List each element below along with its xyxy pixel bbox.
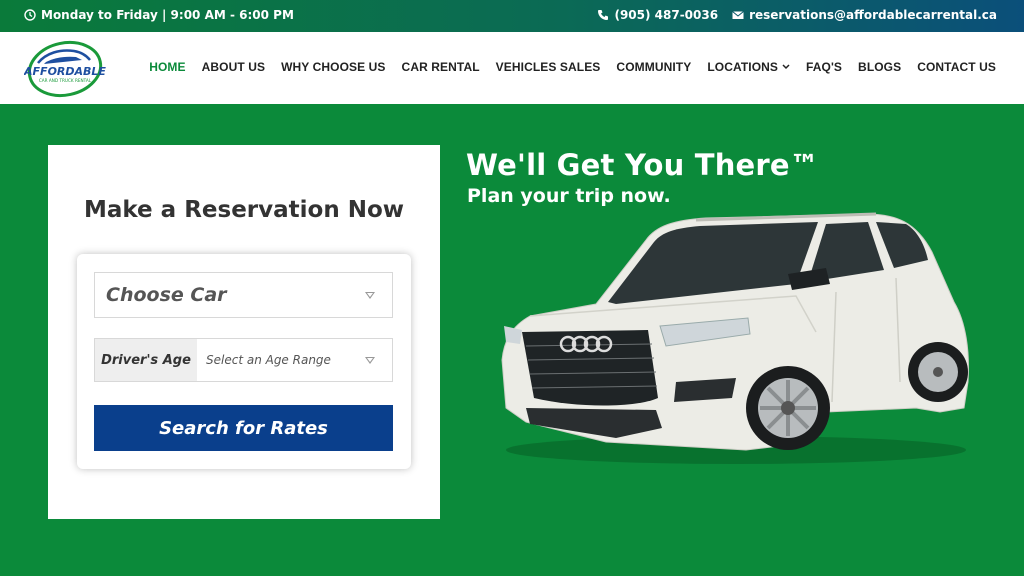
contact-info: (905) 487-0036 reservations@affordableca… xyxy=(597,8,997,22)
phone-icon xyxy=(598,10,609,20)
hero-section: Make a Reservation Now Choose Car Driver… xyxy=(0,104,1024,576)
nav-label: CAR RENTAL xyxy=(401,60,480,74)
email-link[interactable]: reservations@affordablecarrental.ca xyxy=(732,8,997,22)
email-text: reservations@affordablecarrental.ca xyxy=(749,8,997,22)
company-logo[interactable]: AFFORDABLE CAR AND TRUCK RENTAL xyxy=(24,36,106,100)
nav-label: HOME xyxy=(149,60,186,74)
drivers-age-label: Driver's Age xyxy=(95,339,197,381)
age-range-value: Select an Age Range xyxy=(206,353,331,367)
phone-link[interactable]: (905) 487-0036 xyxy=(597,8,718,22)
nav-item-car-rental[interactable]: CAR RENTAL xyxy=(402,60,480,74)
nav-label: VEHICLES SALES xyxy=(495,60,601,74)
nav-label: WHY CHOOSE US xyxy=(281,60,386,74)
nav-item-contact-us[interactable]: CONTACT US xyxy=(917,60,996,74)
reservation-title: Make a Reservation Now xyxy=(83,197,405,223)
suv-car-image xyxy=(501,212,969,464)
nav-item-faqs[interactable]: FAQ'S xyxy=(806,60,842,74)
nav-label: COMMUNITY xyxy=(616,60,692,74)
clock-icon xyxy=(24,9,36,21)
nav-label: BLOGS xyxy=(858,60,902,74)
nav-item-vehicles-sales[interactable]: VEHICLES SALES xyxy=(496,60,601,74)
nav-label: ABOUT US xyxy=(201,60,266,74)
logo-wordmark: AFFORDABLE xyxy=(24,65,106,78)
hours-text: Monday to Friday | 9:00 AM - 6:00 PM xyxy=(41,8,294,22)
choose-car-select[interactable]: Choose Car xyxy=(94,272,393,318)
hero-subline: Plan your trip now. xyxy=(467,185,671,207)
nav-label: LOCATIONS xyxy=(707,60,779,74)
nav-label: FAQ'S xyxy=(806,60,843,74)
main-navigation: AFFORDABLE CAR AND TRUCK RENTAL HOME ABO… xyxy=(0,32,1024,104)
choose-car-value: Choose Car xyxy=(106,284,227,306)
search-rates-button[interactable]: Search for Rates xyxy=(94,405,393,451)
dropdown-arrow-icon xyxy=(365,292,375,299)
nav-menu: HOME ABOUT US WHY CHOOSE US CAR RENTAL V… xyxy=(149,60,996,74)
business-hours: Monday to Friday | 9:00 AM - 6:00 PM xyxy=(24,8,294,22)
nav-label: CONTACT US xyxy=(917,60,996,74)
nav-item-blogs[interactable]: BLOGS xyxy=(858,60,901,74)
envelope-icon xyxy=(732,11,744,19)
age-range-select[interactable]: Select an Age Range xyxy=(197,339,392,381)
reservation-card: Make a Reservation Now Choose Car Driver… xyxy=(48,145,440,519)
hero-headline: We'll Get You There™ xyxy=(466,148,819,182)
nav-item-home[interactable]: HOME xyxy=(149,60,185,74)
reservation-form: Choose Car Driver's Age Select an Age Ra… xyxy=(77,254,411,469)
nav-item-community[interactable]: COMMUNITY xyxy=(616,60,691,74)
chevron-down-icon xyxy=(782,64,790,70)
top-bar: Monday to Friday | 9:00 AM - 6:00 PM (90… xyxy=(0,0,1024,32)
drivers-age-field: Driver's Age Select an Age Range xyxy=(94,338,393,382)
logo-tagline: CAR AND TRUCK RENTAL xyxy=(39,78,92,83)
nav-item-locations[interactable]: LOCATIONS xyxy=(707,60,790,74)
phone-text: (905) 487-0036 xyxy=(614,8,719,22)
nav-item-about-us[interactable]: ABOUT US xyxy=(202,60,265,74)
nav-item-why-choose-us[interactable]: WHY CHOOSE US xyxy=(281,60,385,74)
dropdown-arrow-icon xyxy=(365,357,375,364)
